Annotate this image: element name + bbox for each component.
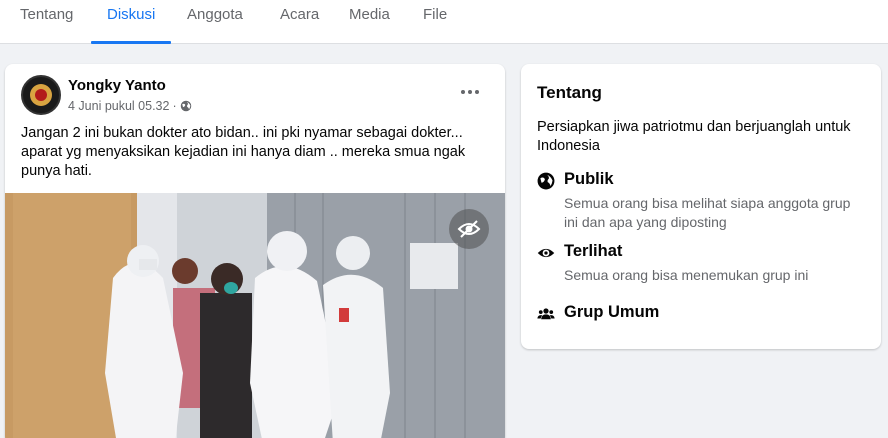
privacy-description: Semua orang bisa melihat siapa anggota g…	[564, 195, 851, 230]
more-dot-icon	[475, 90, 479, 94]
eye-icon	[537, 248, 555, 258]
tab-tentang[interactable]: Tentang	[20, 0, 73, 44]
post-card: Yongky Yanto 4 Juni pukul 05.32 · Jangan…	[5, 64, 505, 438]
post-meta: 4 Juni pukul 05.32 ·	[68, 99, 192, 113]
tab-diskusi[interactable]: Diskusi	[107, 0, 155, 44]
active-tab-indicator	[91, 41, 171, 44]
group-type-label: Grup Umum	[564, 303, 660, 321]
tab-file[interactable]: File	[423, 0, 447, 44]
eye-slash-icon	[457, 220, 481, 238]
tab-media[interactable]: Media	[349, 0, 390, 44]
sensitive-content-button[interactable]	[449, 209, 489, 249]
group-description: Persiapkan jiwa patriotmu dan berjuangla…	[537, 119, 851, 154]
about-title: Tentang	[537, 83, 602, 102]
tab-anggota[interactable]: Anggota	[187, 0, 243, 44]
meta-separator: ·	[172, 99, 177, 113]
visibility-label: Terlihat	[564, 242, 623, 260]
more-dot-icon	[468, 90, 472, 94]
group-tab-bar: Tentang Diskusi Anggota Acara Media File	[0, 0, 888, 44]
post-author-name[interactable]: Yongky Yanto	[68, 77, 166, 94]
globe-icon	[537, 172, 555, 190]
privacy-label: Publik	[564, 170, 614, 188]
visibility-description: Semua orang bisa menemukan grup ini	[564, 267, 809, 283]
post-options-button[interactable]	[457, 82, 483, 102]
author-avatar[interactable]	[21, 75, 61, 115]
post-text: Jangan 2 ini bukan dokter ato bidan.. in…	[21, 125, 466, 179]
more-dot-icon	[461, 90, 465, 94]
globe-icon	[180, 100, 191, 112]
people-icon	[537, 308, 555, 320]
about-card: Tentang Persiapkan jiwa patriotmu dan be…	[521, 64, 881, 349]
tab-acara[interactable]: Acara	[280, 0, 319, 44]
post-video[interactable]	[5, 193, 505, 438]
video-frame	[5, 193, 505, 438]
post-timestamp[interactable]: 4 Juni pukul 05.32	[68, 99, 169, 113]
